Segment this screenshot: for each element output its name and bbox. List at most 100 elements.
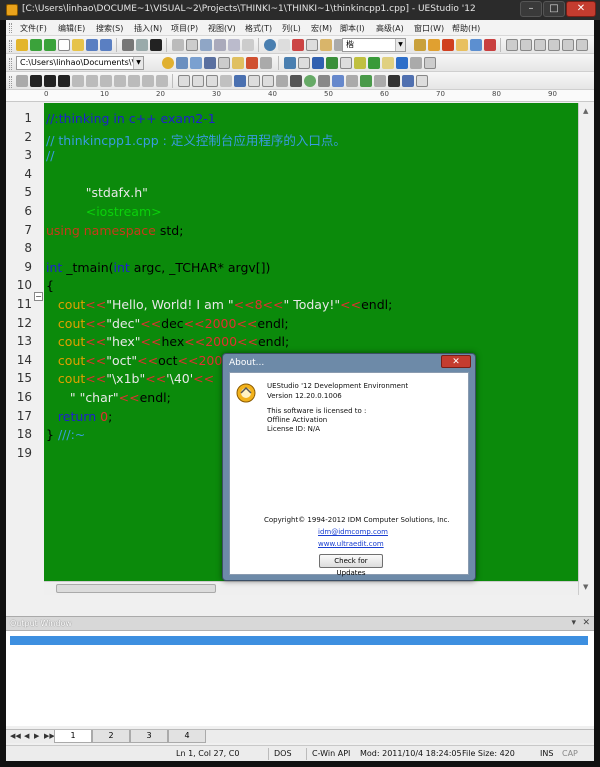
forward-icon[interactable] [44, 39, 56, 51]
span-icon[interactable] [374, 75, 386, 87]
input-icon[interactable] [234, 75, 246, 87]
menu-project[interactable]: 项目(P) [171, 23, 198, 34]
back-icon[interactable] [30, 39, 42, 51]
save-icon[interactable] [86, 39, 98, 51]
column-mode-icon[interactable] [186, 39, 198, 51]
select-icon[interactable] [262, 75, 274, 87]
archive-icon[interactable] [382, 57, 394, 69]
settings-icon[interactable] [260, 57, 272, 69]
find-icon[interactable] [278, 39, 290, 51]
style-icon[interactable] [402, 75, 414, 87]
about-close-button[interactable]: ✕ [441, 355, 471, 368]
link-icon[interactable] [220, 75, 232, 87]
form-icon[interactable] [192, 75, 204, 87]
menu-view[interactable]: 视图(V) [208, 23, 236, 34]
spell-icon[interactable] [442, 39, 454, 51]
tools-icon[interactable] [410, 57, 422, 69]
cut-icon[interactable] [292, 39, 304, 51]
pin-icon[interactable]: ▾ [571, 618, 576, 628]
tab-3[interactable]: 3 [130, 730, 168, 743]
tab-next-icon[interactable]: ▶ [34, 732, 39, 740]
bookmark-icon[interactable] [414, 39, 426, 51]
scroll-up-icon[interactable]: ▲ [583, 107, 588, 115]
font-combo[interactable]: 楷 ▼ [342, 38, 406, 52]
outdent-icon[interactable] [142, 75, 154, 87]
status-line-ending[interactable]: DOS [274, 749, 292, 758]
word-icon[interactable] [312, 57, 324, 69]
fold-toggle-icon[interactable]: − [34, 292, 43, 301]
check-for-updates-button[interactable]: Check for Updates [319, 554, 383, 577]
text-icon[interactable] [340, 57, 352, 69]
script-icon[interactable] [388, 75, 400, 87]
show-spaces-icon[interactable] [242, 39, 254, 51]
radio-icon[interactable] [304, 75, 316, 87]
justify-icon[interactable] [114, 75, 126, 87]
ftp-icon[interactable] [484, 39, 496, 51]
window-cascade-icon[interactable] [520, 39, 532, 51]
menu-search[interactable]: 搜索(S) [96, 23, 123, 34]
word-wrap-icon[interactable] [214, 39, 226, 51]
font-icon[interactable] [150, 39, 162, 51]
indent-icon[interactable] [128, 75, 140, 87]
new-file-icon[interactable] [16, 39, 28, 51]
tab-1[interactable]: 1 [54, 730, 92, 743]
print-icon[interactable] [122, 39, 134, 51]
compile-icon[interactable] [190, 57, 202, 69]
window-vertical-icon[interactable] [548, 39, 560, 51]
toggle-icon[interactable] [172, 39, 184, 51]
document-icon[interactable] [298, 57, 310, 69]
menu-macro[interactable]: 宏(M) [311, 23, 332, 34]
open-icon[interactable] [72, 39, 84, 51]
compare-icon[interactable] [470, 39, 482, 51]
status-ins[interactable]: INS [540, 749, 553, 758]
output-selection-bar[interactable] [10, 636, 588, 645]
menu-file[interactable]: 文件(F) [20, 23, 47, 34]
italic-icon[interactable] [44, 75, 56, 87]
window-horizontal-icon[interactable] [534, 39, 546, 51]
green-icon[interactable] [368, 57, 380, 69]
web-icon[interactable] [396, 57, 408, 69]
paste-icon[interactable] [320, 39, 332, 51]
anchor-icon[interactable] [332, 75, 344, 87]
note-icon[interactable] [354, 57, 366, 69]
line-number-gutter[interactable]: 1 2 3 4 5 6 7 8 9 10 11 12 13 14 15 16 17 18 19 [6, 103, 44, 595]
debug-icon[interactable] [246, 57, 258, 69]
menu-script[interactable]: 脚本(I) [340, 23, 365, 34]
list-bullet-icon[interactable] [156, 75, 168, 87]
align-center-icon[interactable] [86, 75, 98, 87]
list-files-icon[interactable] [218, 57, 230, 69]
align-left-icon[interactable] [72, 75, 84, 87]
run-icon[interactable] [204, 57, 216, 69]
align-right-icon[interactable] [100, 75, 112, 87]
hidden-field-icon[interactable] [318, 75, 330, 87]
save-all-icon[interactable] [100, 39, 112, 51]
menu-format[interactable]: 格式(T) [245, 23, 272, 34]
table-icon[interactable] [16, 75, 28, 87]
build-icon[interactable] [176, 57, 188, 69]
list-icon[interactable] [228, 39, 240, 51]
div-icon[interactable] [360, 75, 372, 87]
edit-icon[interactable] [232, 57, 244, 69]
horizontal-scrollbar[interactable] [44, 581, 578, 595]
window-tile-icon[interactable] [506, 39, 518, 51]
menu-column[interactable]: 列(L) [282, 23, 301, 34]
goto-icon[interactable] [284, 57, 296, 69]
window-list-icon[interactable] [562, 39, 574, 51]
html-icon[interactable] [178, 75, 190, 87]
new-icon[interactable] [58, 39, 70, 51]
tab-first-icon[interactable]: ◀◀ [10, 732, 21, 740]
image-icon[interactable] [206, 75, 218, 87]
tab-prev-icon[interactable]: ◀ [24, 732, 29, 740]
checkbox-icon[interactable] [290, 75, 302, 87]
path-combo[interactable]: C:\Users\linhao\Documents\Vi ▼ [16, 56, 144, 70]
horizontal-scroll-thumb[interactable] [56, 584, 216, 593]
about-email-link[interactable]: idm@idmcomp.com [318, 528, 388, 536]
hex-icon[interactable] [200, 39, 212, 51]
close-button[interactable]: ✕ [566, 1, 596, 17]
tab-2[interactable]: 2 [92, 730, 130, 743]
project-icon[interactable] [162, 57, 174, 69]
menu-help[interactable]: 帮助(H) [452, 23, 480, 34]
scroll-down-icon[interactable]: ▼ [583, 583, 588, 591]
copy-icon[interactable] [306, 39, 318, 51]
textarea-icon[interactable] [248, 75, 260, 87]
